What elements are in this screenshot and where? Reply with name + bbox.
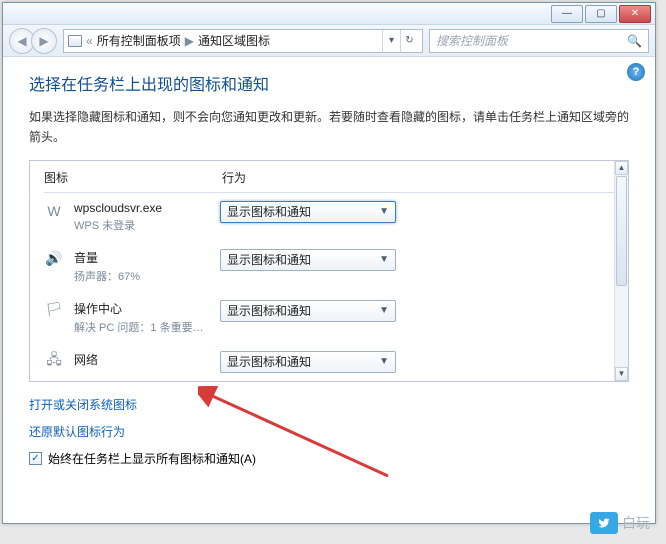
search-icon[interactable]: 🔍 xyxy=(627,34,642,48)
behavior-cell: 显示图标和通知 ▼ xyxy=(220,351,396,373)
watermark-icon xyxy=(590,512,618,534)
address-dropdown-icon[interactable]: ▾ xyxy=(382,30,400,52)
scroll-down-button[interactable]: ▼ xyxy=(615,367,628,381)
icons-panel: 图标 行为 Wwpscloudsvr.exeWPS 未登录显示图标和通知▼🔊音量… xyxy=(29,160,629,382)
behavior-cell: 显示图标和通知 ▼ xyxy=(220,249,396,271)
column-behavior-header: 行为 xyxy=(222,169,246,186)
notification-item: 🔊 音量扬声器：67% 显示图标和通知 ▼ xyxy=(30,241,614,292)
watermark-text: 白玩 xyxy=(622,513,650,533)
behavior-dropdown[interactable]: 显示图标和通知 ▼ xyxy=(220,300,396,322)
behavior-value: 显示图标和通知 xyxy=(227,203,311,220)
item-app-icon: W xyxy=(44,201,64,221)
always-show-label: 始终在任务栏上显示所有图标和通知(A) xyxy=(48,450,256,467)
behavior-value: 显示图标和通知 xyxy=(227,353,311,370)
notification-item: 🏳 操作中心解决 PC 问题：1 条重要… 显示图标和通知 ▼ xyxy=(30,292,614,343)
watermark: 白玩 xyxy=(590,512,650,534)
control-panel-window: — ▢ ✕ ◀ ▶ « 所有控制面板项 ▶ 通知区域图标 ▾ ↻ 搜索控制面板 … xyxy=(2,2,656,524)
breadcrumb-all-items[interactable]: 所有控制面板项 xyxy=(97,32,181,49)
address-bar[interactable]: « 所有控制面板项 ▶ 通知区域图标 ▾ ↻ xyxy=(63,29,423,53)
chevron-down-icon: ▼ xyxy=(379,254,389,265)
panel-body: Wwpscloudsvr.exeWPS 未登录显示图标和通知▼🔊音量扬声器：67… xyxy=(30,193,614,381)
chevron-down-icon: ▼ xyxy=(379,206,389,217)
nav-forward-button[interactable]: ▶ xyxy=(31,28,57,54)
search-input[interactable]: 搜索控制面板 🔍 xyxy=(429,29,649,53)
panel-header: 图标 行为 xyxy=(30,161,628,192)
toggle-system-icons-link[interactable]: 打开或关闭系统图标 xyxy=(29,396,629,413)
search-placeholder: 搜索控制面板 xyxy=(436,32,508,49)
item-text: 网络 xyxy=(74,351,210,368)
content-area: ? 选择在任务栏上出现的图标和通知 如果选择隐藏图标和通知，则不会向您通知更改和… xyxy=(3,57,655,523)
always-show-row: ✓ 始终在任务栏上显示所有图标和通知(A) xyxy=(29,450,629,467)
nav-bar: ◀ ▶ « 所有控制面板项 ▶ 通知区域图标 ▾ ↻ 搜索控制面板 🔍 xyxy=(3,25,655,57)
chevron-down-icon: ▼ xyxy=(379,356,389,367)
breadcrumb-prefix: « xyxy=(86,34,93,48)
scrollbar[interactable]: ▲ ▼ xyxy=(614,161,628,381)
breadcrumb-current[interactable]: 通知区域图标 xyxy=(198,32,270,49)
item-text: 音量扬声器：67% xyxy=(74,249,210,284)
help-button[interactable]: ? xyxy=(627,63,645,81)
behavior-cell: 显示图标和通知 ▼ xyxy=(220,300,396,322)
behavior-value: 显示图标和通知 xyxy=(227,302,311,319)
refresh-button[interactable]: ↻ xyxy=(400,30,418,52)
item-app-icon: 🖧 xyxy=(44,351,64,371)
behavior-dropdown[interactable]: 显示图标和通知 ▼ xyxy=(220,201,396,223)
breadcrumb-sep-icon: ▶ xyxy=(185,34,194,48)
item-app-icon: 🏳 xyxy=(44,300,64,320)
item-title: 音量 xyxy=(74,249,210,266)
links-section: 打开或关闭系统图标 还原默认图标行为 ✓ 始终在任务栏上显示所有图标和通知(A) xyxy=(29,396,629,467)
page-description: 如果选择隐藏图标和通知，则不会向您通知更改和更新。若要随时查看隐藏的图标，请单击… xyxy=(29,107,629,148)
behavior-value: 显示图标和通知 xyxy=(227,251,311,268)
maximize-button[interactable]: ▢ xyxy=(585,5,617,23)
item-subtitle: 解决 PC 问题：1 条重要… xyxy=(74,319,210,335)
address-buttons: ▾ ↻ xyxy=(382,30,418,52)
notification-item: 🖧 网络显示图标和通知 ▼ xyxy=(30,343,614,381)
item-text: wpscloudsvr.exe WPS 未登录 xyxy=(74,201,210,233)
minimize-button[interactable]: — xyxy=(551,5,583,23)
restore-defaults-link[interactable]: 还原默认图标行为 xyxy=(29,423,629,440)
column-icon-header: 图标 xyxy=(44,169,222,186)
nav-arrows: ◀ ▶ xyxy=(9,28,57,54)
scroll-up-button[interactable]: ▲ xyxy=(615,161,628,175)
item-title: wpscloudsvr.exe xyxy=(74,201,210,215)
item-subtitle: 扬声器：67% xyxy=(74,268,210,284)
scroll-thumb[interactable] xyxy=(616,176,627,286)
item-app-icon: 🔊 xyxy=(44,249,64,269)
item-title: 网络 xyxy=(74,351,210,368)
behavior-dropdown[interactable]: 显示图标和通知 ▼ xyxy=(220,249,396,271)
item-subtitle: WPS 未登录 xyxy=(74,217,210,233)
chevron-down-icon: ▼ xyxy=(379,305,389,316)
page-title: 选择在任务栏上出现的图标和通知 xyxy=(29,71,629,95)
behavior-dropdown[interactable]: 显示图标和通知 ▼ xyxy=(220,351,396,373)
notification-item: Wwpscloudsvr.exe WPS 未登录 显示图标和通知 ▼ xyxy=(30,193,614,241)
item-text: 操作中心解决 PC 问题：1 条重要… xyxy=(74,300,210,335)
item-title: 操作中心 xyxy=(74,300,210,317)
close-button[interactable]: ✕ xyxy=(619,5,651,23)
behavior-cell: 显示图标和通知 ▼ xyxy=(220,201,396,223)
control-panel-icon xyxy=(68,35,82,47)
window-titlebar: — ▢ ✕ xyxy=(3,3,655,25)
always-show-checkbox[interactable]: ✓ xyxy=(29,452,42,465)
